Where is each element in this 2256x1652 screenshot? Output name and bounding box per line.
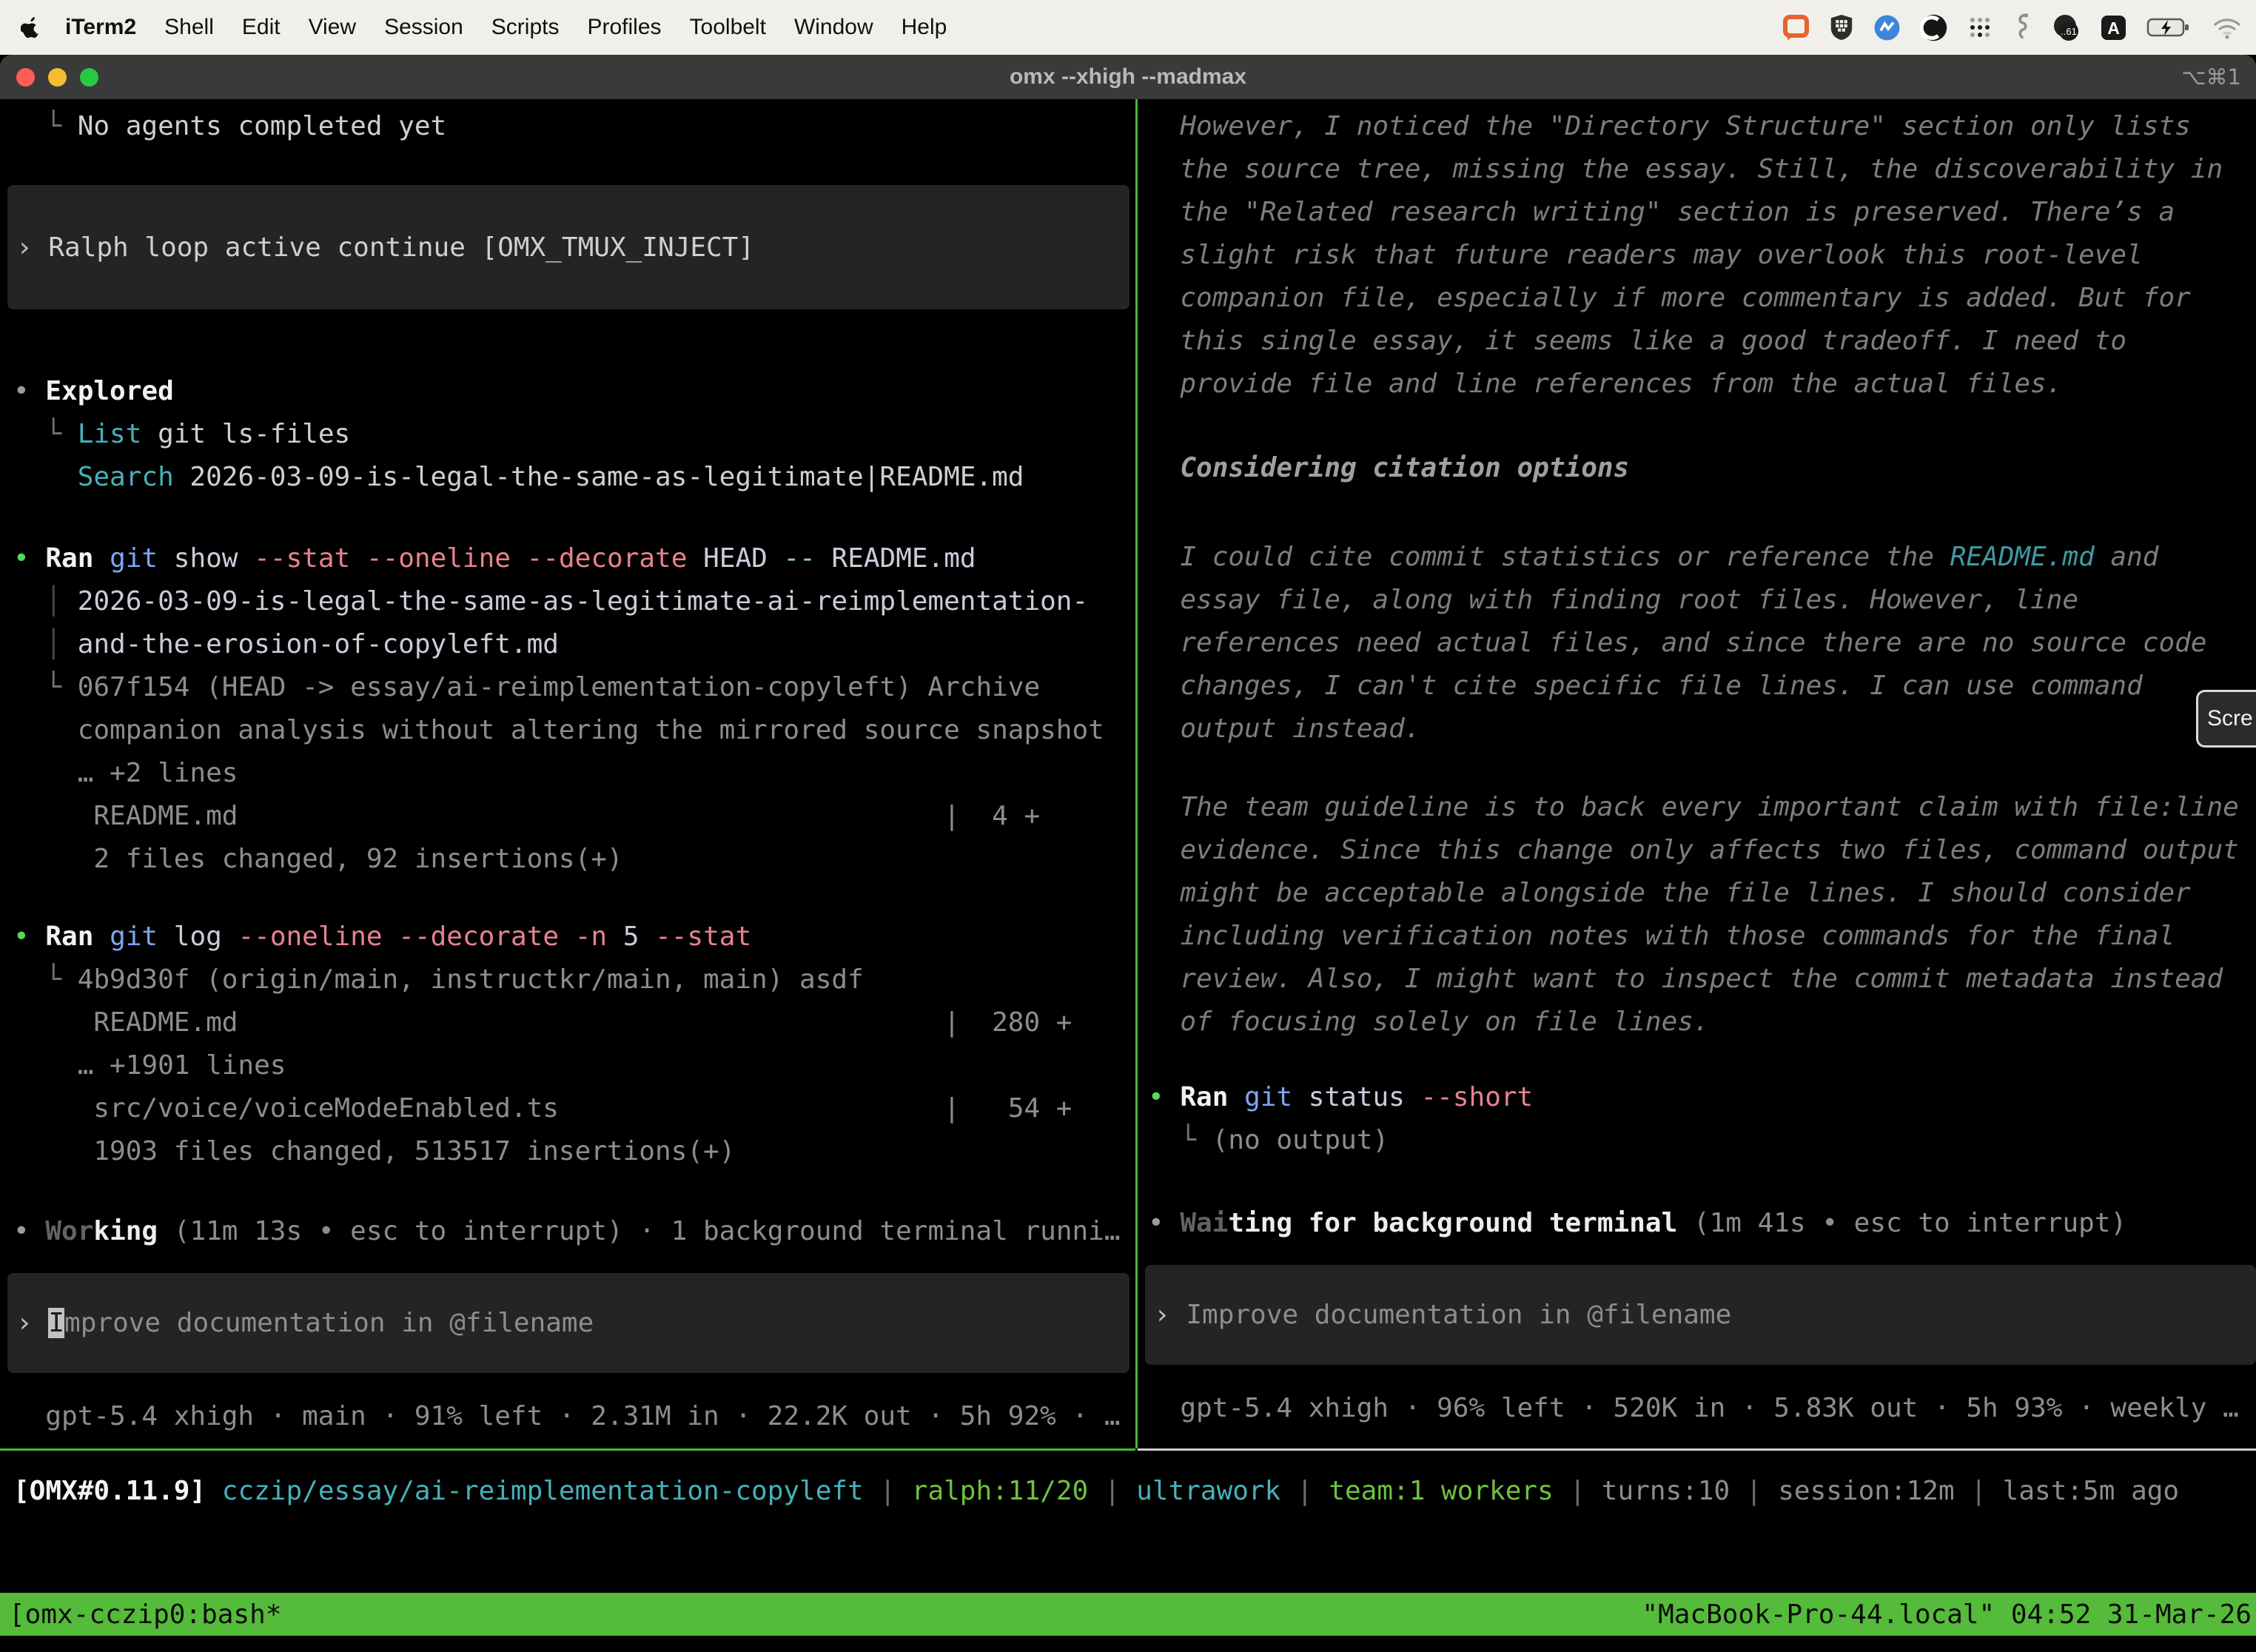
model-status-line: gpt-5.4 xhigh · 96% left · 520K in · 5.8…: [1138, 1387, 2256, 1430]
menu-item-edit[interactable]: Edit: [228, 15, 295, 40]
inactive-pane-bottom-border: [1138, 1448, 2256, 1451]
reasoning-line: output instead.: [1138, 708, 2256, 751]
prompt-input-box[interactable]: › Improve documentation in @filename: [7, 1273, 1129, 1373]
menu-item-profiles[interactable]: Profiles: [573, 15, 675, 40]
shield-grid-icon[interactable]: [1829, 13, 1854, 41]
menu-item-scripts[interactable]: Scripts: [477, 15, 574, 40]
reasoning-line: review. Also, I might want to inspect th…: [1138, 958, 2256, 1001]
menu-item-shell[interactable]: Shell: [150, 15, 228, 40]
reasoning-line: provide file and line references from th…: [1138, 363, 2256, 406]
apple-menu-icon[interactable]: [0, 16, 51, 39]
git-show-output-line: companion analysis without altering the …: [0, 709, 1135, 752]
explored-list-line: └ List git ls-files: [0, 413, 1135, 456]
git-status-output-line: └ (no output): [1138, 1119, 2256, 1162]
git-show-output-line: … +2 lines: [0, 752, 1135, 795]
waiting-status-line: • Waiting for background terminal (1m 41…: [1138, 1202, 2256, 1245]
dots-grid-icon[interactable]: [1967, 14, 1993, 41]
k-circle-icon[interactable]: [1920, 14, 1947, 41]
agents-status-line: └ No agents completed yet: [0, 105, 1135, 148]
git-log-stat-line: src/voice/voiceModeEnabled.ts | 54 +: [0, 1087, 1135, 1130]
svg-text:..61: ..61: [2061, 26, 2077, 37]
reasoning-line: However, I noticed the "Directory Struct…: [1138, 105, 2256, 148]
reasoning-line: including verification notes with those …: [1138, 915, 2256, 958]
explored-search-line: Search 2026-03-09-is-legal-the-same-as-l…: [0, 456, 1135, 499]
reasoning-line: I could cite commit statistics or refere…: [1138, 536, 2256, 579]
window-title-bar[interactable]: omx --xhigh --madmax ⌥⌘1: [0, 55, 2256, 99]
cmd-arg-wrap-line: │ and-the-erosion-of-copyleft.md: [0, 623, 1135, 666]
count-badge-icon[interactable]: ..61: [2051, 13, 2081, 42]
prompt-input-box[interactable]: › Improve documentation in @filename: [1145, 1265, 2256, 1365]
screen-recording-icon[interactable]: [1782, 14, 1810, 41]
reasoning-line: the "Related research writing" section i…: [1138, 191, 2256, 234]
screenshot-overlay-button[interactable]: Scre: [2196, 690, 2256, 748]
terminal[interactable]: └ No agents completed yet › Ralph loop ac…: [0, 99, 2256, 1652]
reasoning-line: of focusing solely on file lines.: [1138, 1001, 2256, 1044]
tmux-status-bar: [omx-cczip0:bash* "MacBook-Pro-44.local"…: [0, 1593, 2256, 1636]
zoom-window-button[interactable]: [80, 68, 98, 87]
battery-icon[interactable]: [2146, 16, 2192, 39]
reasoning-line: the source tree, missing the essay. Stil…: [1138, 148, 2256, 191]
keyboard-a-icon[interactable]: A: [2100, 14, 2127, 41]
cmd-git-status: • Ran git status --short: [1138, 1076, 2256, 1119]
svg-text:A: A: [2107, 19, 2120, 38]
minimize-window-button[interactable]: [48, 68, 67, 87]
menu-item-window[interactable]: Window: [780, 15, 887, 40]
working-status-line: • Working (11m 13s • esc to interrupt) ·…: [0, 1210, 1135, 1253]
reasoning-line: companion file, especially if more comme…: [1138, 277, 2256, 320]
menu-item-toolbelt[interactable]: Toolbelt: [676, 15, 780, 40]
tmux-host-clock: "MacBook-Pro-44.local" 04:52 31-Mar-26: [1642, 1599, 2252, 1630]
wifi-icon[interactable]: [2212, 16, 2243, 39]
explored-header: • Explored: [0, 370, 1135, 413]
reasoning-line: essay file, along with finding root file…: [1138, 579, 2256, 622]
close-window-button[interactable]: [16, 68, 35, 87]
menu-item-session[interactable]: Session: [370, 15, 477, 40]
menu-bar-status-icons: ..61 A: [1782, 13, 2256, 42]
macos-menu-bar: iTerm2ShellEditViewSessionScriptsProfile…: [0, 0, 2256, 55]
menu-item-view[interactable]: View: [295, 15, 370, 40]
reasoning-line: slight risk that future readers may over…: [1138, 234, 2256, 277]
active-pane-bottom-border: [0, 1448, 1135, 1451]
reasoning-line: evidence. Since this change only affects…: [1138, 829, 2256, 872]
tmux-pane-right[interactable]: However, I noticed the "Directory Struct…: [1138, 99, 2256, 1448]
ralph-loop-banner[interactable]: › Ralph loop active continue [OMX_TMUX_I…: [7, 185, 1129, 309]
menu-item-help[interactable]: Help: [887, 15, 961, 40]
sync-badge-icon[interactable]: [1873, 14, 1901, 41]
menu-item-iterm2[interactable]: iTerm2: [51, 15, 150, 40]
screen: iTerm2ShellEditViewSessionScriptsProfile…: [0, 0, 2256, 1652]
git-log-output-line: … +1901 lines: [0, 1044, 1135, 1087]
omx-status-line: [OMX#0.11.9] cczip/essay/ai-reimplementa…: [13, 1470, 2179, 1513]
reasoning-heading: Considering citation options: [1138, 447, 2256, 490]
window-title: omx --xhigh --madmax: [1010, 64, 1246, 90]
model-status-line: gpt-5.4 xhigh · main · 91% left · 2.31M …: [0, 1395, 1135, 1438]
window-shortcut-badge: ⌥⌘1: [2181, 55, 2241, 99]
reasoning-line: might be acceptable alongside the file l…: [1138, 872, 2256, 915]
git-log-stat-line: 1903 files changed, 513517 insertions(+): [0, 1130, 1135, 1173]
git-log-output-line: └ 4b9d30f (origin/main, instructkr/main,…: [0, 958, 1135, 1001]
tmux-pane-left[interactable]: └ No agents completed yet › Ralph loop ac…: [0, 99, 1135, 1448]
window-controls: [16, 55, 98, 99]
dragon-icon[interactable]: [2012, 13, 2032, 42]
reasoning-line: changes, I can't cite specific file line…: [1138, 665, 2256, 708]
cmd-git-show: • Ran git show --stat --oneline --decora…: [0, 537, 1135, 580]
menu-items: iTerm2ShellEditViewSessionScriptsProfile…: [51, 15, 961, 40]
git-show-stat-line: 2 files changed, 92 insertions(+): [0, 838, 1135, 881]
git-show-output-line: └ 067f154 (HEAD -> essay/ai-reimplementa…: [0, 666, 1135, 709]
reasoning-line: references need actual files, and since …: [1138, 622, 2256, 665]
cmd-arg-wrap-line: │ 2026-03-09-is-legal-the-same-as-legiti…: [0, 580, 1135, 623]
git-show-stat-line: README.md | 4 +: [0, 795, 1135, 838]
reasoning-line: this single essay, it seems like a good …: [1138, 320, 2256, 363]
reasoning-line: The team guideline is to back every impo…: [1138, 786, 2256, 829]
cmd-git-log: • Ran git log --oneline --decorate -n 5 …: [0, 916, 1135, 958]
tmux-session-label: [omx-cczip0:bash*: [9, 1599, 281, 1630]
git-log-stat-line: README.md | 280 +: [0, 1001, 1135, 1044]
